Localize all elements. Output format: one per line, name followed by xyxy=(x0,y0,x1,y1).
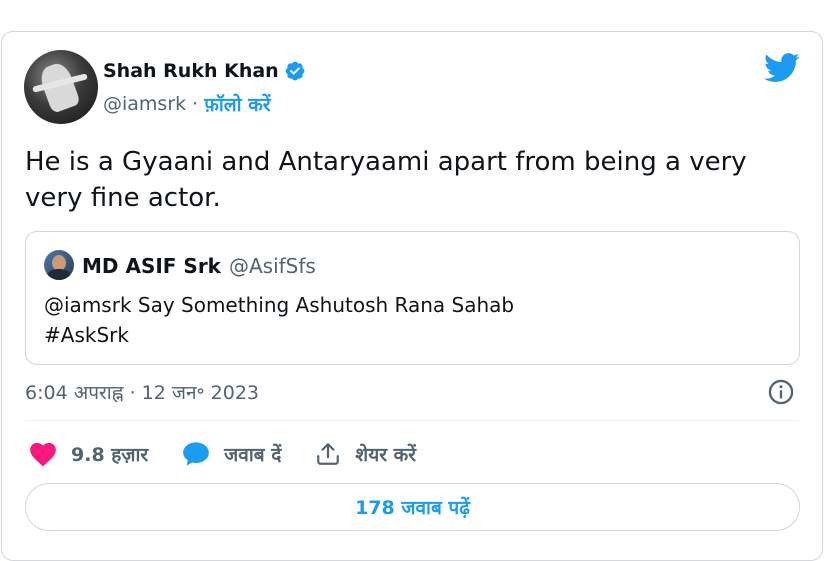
tweet-timestamp[interactable]: 6:04 अपराह्न · 12 जन॰ 2023 xyxy=(25,379,259,405)
reply-button[interactable]: जवाब दें xyxy=(182,441,281,467)
quoted-author-avatar xyxy=(44,250,74,280)
author-handle-row: @iamsrk · फ़ॉलो करें xyxy=(103,91,271,117)
author-name-row[interactable]: Shah Rukh Khan xyxy=(103,60,306,82)
quoted-header: MD ASIF Srk @AsifSfs xyxy=(82,254,316,278)
read-replies-button[interactable]: 178 जवाब पढ़ें xyxy=(25,483,800,531)
reply-label: जवाब दें xyxy=(224,444,282,466)
heart-icon xyxy=(29,441,57,467)
action-bar: 9.8 हज़ार जवाब दें शेयर करें xyxy=(29,438,450,470)
twitter-bird-icon[interactable] xyxy=(764,53,800,87)
info-icon[interactable] xyxy=(767,378,795,410)
divider xyxy=(25,420,799,421)
author-handle[interactable]: @iamsrk xyxy=(103,93,186,115)
quoted-text-line-1: @iamsrk Say Something Ashutosh Rana Saha… xyxy=(44,293,515,317)
reply-bubble-icon xyxy=(182,441,210,467)
follow-link[interactable]: फ़ॉलो करें xyxy=(204,91,270,117)
share-button[interactable]: शेयर करें xyxy=(315,441,416,467)
verified-badge-icon xyxy=(284,60,306,82)
quoted-author-name: MD ASIF Srk xyxy=(82,254,221,278)
quoted-tweet-text: @iamsrk Say Something Ashutosh Rana Saha… xyxy=(44,290,514,350)
like-count: 9.8 हज़ार xyxy=(71,444,149,466)
quoted-text-line-2: #AskSrk xyxy=(44,323,129,347)
author-name[interactable]: Shah Rukh Khan xyxy=(103,60,279,82)
like-button[interactable]: 9.8 हज़ार xyxy=(29,441,148,467)
quoted-tweet[interactable]: MD ASIF Srk @AsifSfs @iamsrk Say Somethi… xyxy=(25,231,800,365)
separator-dot: · xyxy=(192,93,199,115)
quoted-author-handle: @AsifSfs xyxy=(228,254,316,278)
author-avatar[interactable] xyxy=(24,50,98,124)
share-icon xyxy=(315,441,341,467)
tweet-text: He is a Gyaani and Antaryaami apart from… xyxy=(25,147,747,213)
share-label: शेयर करें xyxy=(355,444,416,466)
